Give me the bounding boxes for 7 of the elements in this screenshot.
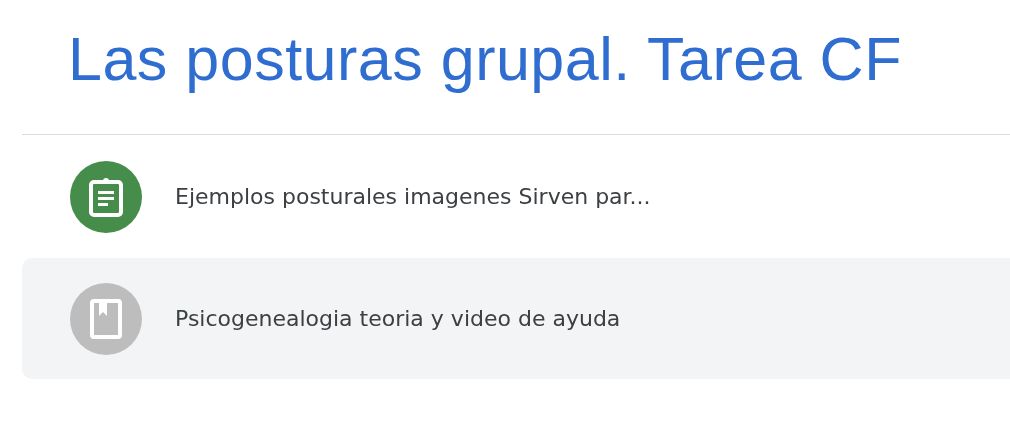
list-item[interactable]: Ejemplos posturales imagenes Sirven par...	[22, 136, 1010, 257]
list-item[interactable]: Psicogenealogia teoria y video de ayuda	[22, 258, 1010, 379]
bookmark-book-icon	[89, 297, 123, 340]
item-title: Psicogenealogia teoria y video de ayuda	[175, 306, 621, 331]
clipboard-icon	[87, 175, 125, 218]
item-title: Ejemplos posturales imagenes Sirven par...	[175, 184, 651, 209]
page-title: Las posturas grupal. Tarea CF	[68, 24, 902, 94]
